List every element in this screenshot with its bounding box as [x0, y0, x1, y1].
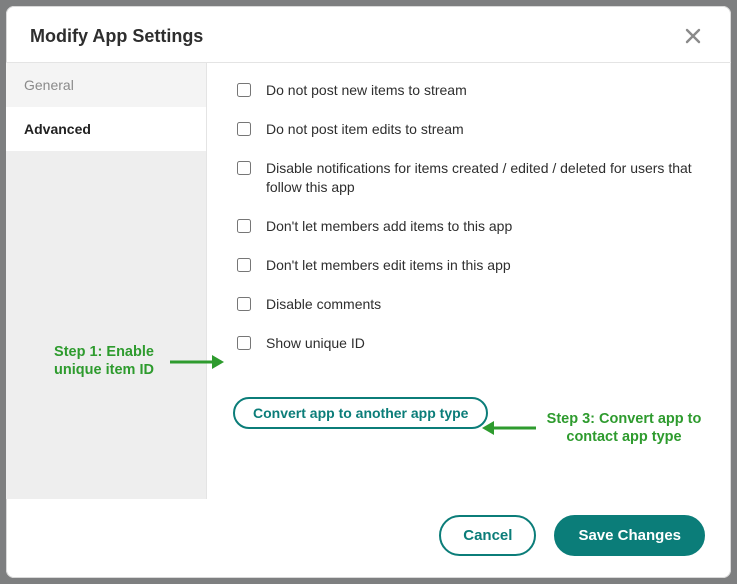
close-button[interactable]: [679, 22, 707, 50]
checkbox-disable-notifications[interactable]: [237, 161, 251, 175]
option-no-add-items: Don't let members add items to this app: [233, 217, 705, 236]
option-no-post-new: Do not post new items to stream: [233, 81, 705, 100]
dialog-title: Modify App Settings: [30, 26, 203, 47]
label-disable-notifications[interactable]: Disable notifications for items created …: [266, 159, 705, 197]
option-no-edit-items: Don't let members edit items in this app: [233, 256, 705, 275]
label-disable-comments[interactable]: Disable comments: [266, 295, 381, 314]
label-no-post-new[interactable]: Do not post new items to stream: [266, 81, 467, 100]
tab-general[interactable]: General: [6, 63, 206, 107]
settings-sidebar: General Advanced: [6, 63, 207, 499]
label-no-post-edits[interactable]: Do not post item edits to stream: [266, 120, 464, 139]
checkbox-no-edit-items[interactable]: [237, 258, 251, 272]
checkbox-disable-comments[interactable]: [237, 297, 251, 311]
settings-content: Do not post new items to stream Do not p…: [207, 63, 731, 443]
label-no-add-items[interactable]: Don't let members add items to this app: [266, 217, 512, 236]
option-no-post-edits: Do not post item edits to stream: [233, 120, 705, 139]
sidebar-fill: [6, 151, 206, 499]
checkbox-show-unique-id[interactable]: [237, 336, 251, 350]
dialog-header: Modify App Settings: [6, 6, 731, 63]
save-changes-button[interactable]: Save Changes: [554, 515, 705, 556]
dialog-body: General Advanced Do not post new items t…: [6, 63, 731, 499]
cancel-button[interactable]: Cancel: [439, 515, 536, 556]
modify-app-settings-dialog: Modify App Settings General Advanced Do …: [6, 6, 731, 578]
label-show-unique-id[interactable]: Show unique ID: [266, 334, 365, 353]
checkbox-no-add-items[interactable]: [237, 219, 251, 233]
option-disable-notifications: Disable notifications for items created …: [233, 159, 705, 197]
close-icon: [685, 28, 701, 44]
settings-content-scroll[interactable]: Do not post new items to stream Do not p…: [207, 63, 731, 499]
label-no-edit-items[interactable]: Don't let members edit items in this app: [266, 256, 511, 275]
checkbox-no-post-edits[interactable]: [237, 122, 251, 136]
checkbox-no-post-new[interactable]: [237, 83, 251, 97]
option-show-unique-id: Show unique ID: [233, 334, 705, 353]
dialog-footer: Cancel Save Changes: [6, 499, 731, 578]
convert-app-type-button[interactable]: Convert app to another app type: [233, 397, 488, 429]
tab-advanced[interactable]: Advanced: [6, 107, 206, 151]
option-disable-comments: Disable comments: [233, 295, 705, 314]
